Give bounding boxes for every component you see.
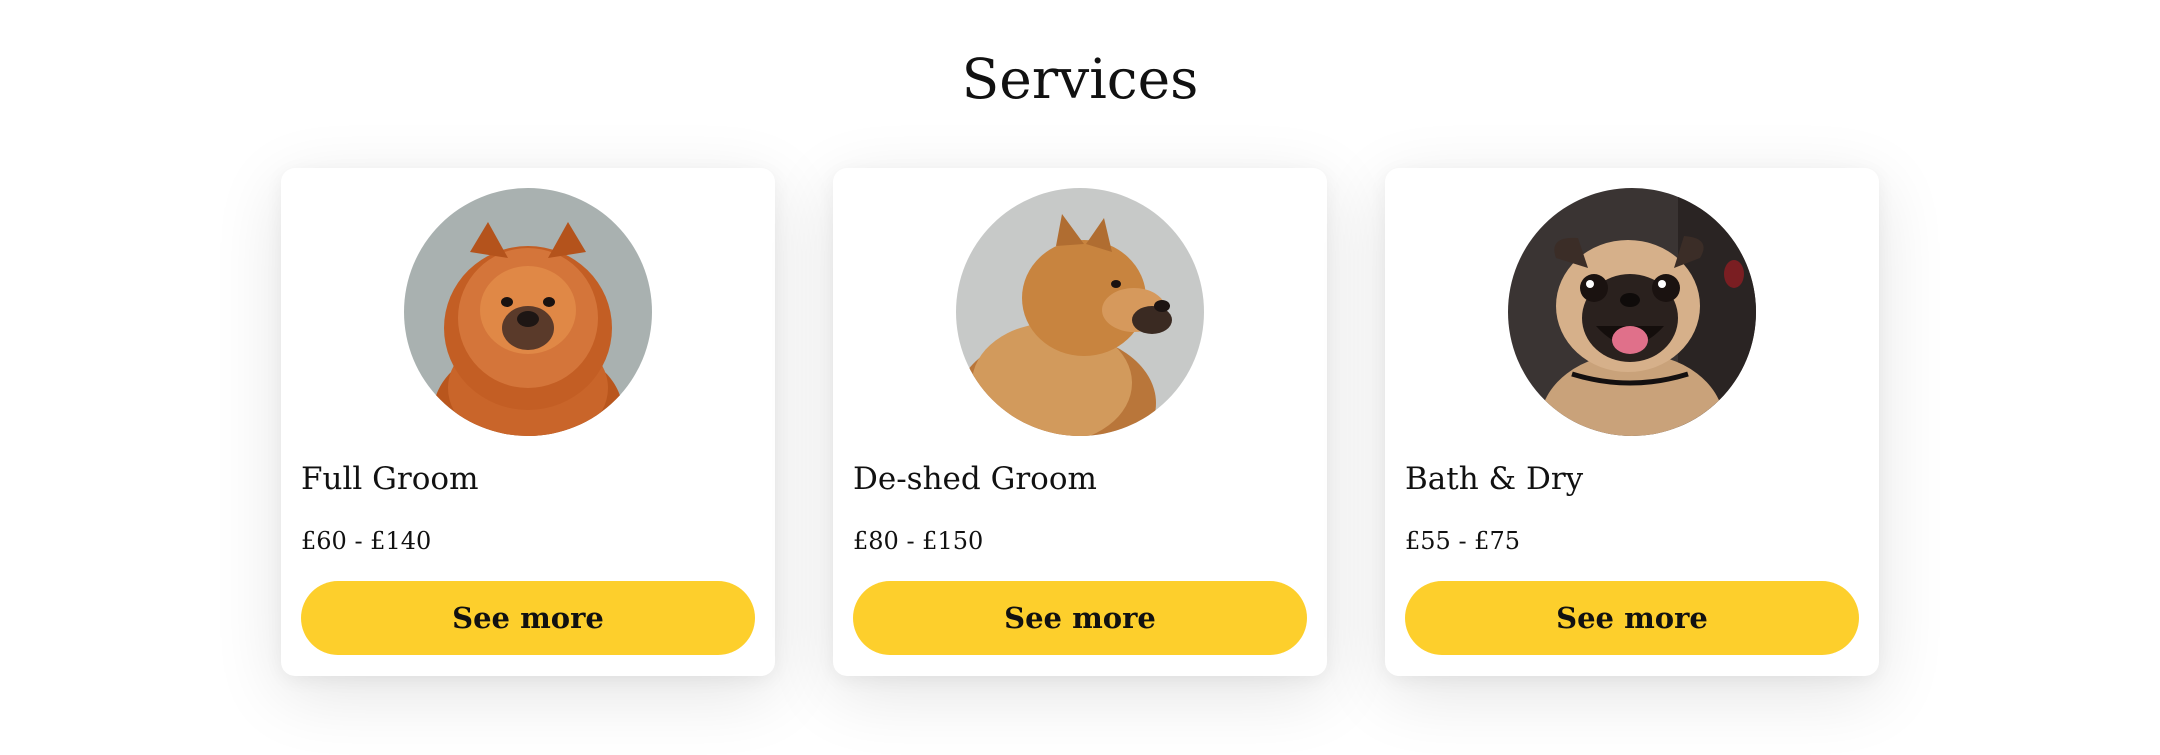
services-grid: Full Groom £60 - £140 See more De-shed G… [281, 168, 1879, 676]
see-more-button[interactable]: See more [1405, 581, 1859, 655]
service-card-bath-and-dry: Bath & Dry £55 - £75 See more [1385, 168, 1879, 676]
pug-photo [1508, 188, 1756, 436]
service-card-de-shed-groom: De-shed Groom £80 - £150 See more [833, 168, 1327, 676]
service-name: Bath & Dry [1405, 461, 1584, 497]
service-name: De-shed Groom [853, 461, 1097, 497]
service-price: £80 - £150 [853, 527, 984, 555]
chow-chow-front-photo [404, 188, 652, 436]
service-card-full-groom: Full Groom £60 - £140 See more [281, 168, 775, 676]
service-name: Full Groom [301, 461, 479, 497]
see-more-button[interactable]: See more [853, 581, 1307, 655]
service-price: £55 - £75 [1405, 527, 1520, 555]
chow-chow-profile-photo [956, 188, 1204, 436]
section-title: Services [961, 47, 1199, 111]
service-price: £60 - £140 [301, 527, 432, 555]
see-more-button[interactable]: See more [301, 581, 755, 655]
